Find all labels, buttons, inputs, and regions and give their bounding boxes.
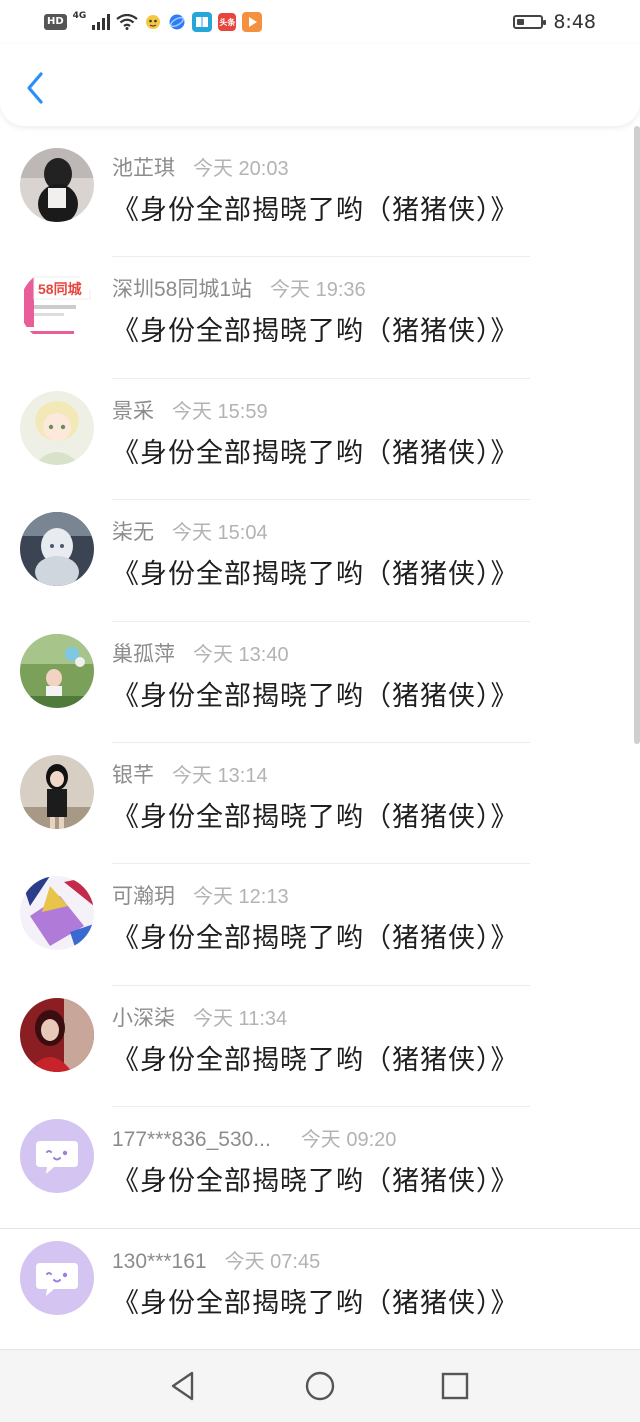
wifi-icon bbox=[116, 14, 139, 30]
message-row[interactable]: 可瀚玥 今天 12:13 《身份全部揭晓了哟（猪猪侠）》 bbox=[0, 864, 640, 986]
scrollbar[interactable] bbox=[632, 126, 640, 1352]
sender-name: 池芷琪 bbox=[112, 157, 175, 180]
sender-name: 130***161 bbox=[112, 1249, 207, 1273]
sender-name: 177***836_530... bbox=[112, 1128, 271, 1152]
message-time: 今天 07:45 bbox=[224, 1250, 321, 1273]
circle-home-icon bbox=[305, 1371, 335, 1401]
hd-icon: HD bbox=[44, 14, 67, 30]
message-text: 《身份全部揭晓了哟（猪猪侠）》 bbox=[112, 801, 519, 833]
message-row[interactable]: 银芊 今天 13:14 《身份全部揭晓了哟（猪猪侠）》 bbox=[0, 743, 640, 865]
status-right: 8:48 bbox=[513, 10, 596, 34]
browser-icon bbox=[169, 14, 185, 30]
signal-icon bbox=[92, 14, 111, 30]
sender-name: 小深柒 bbox=[112, 1006, 175, 1030]
triangle-back-icon bbox=[171, 1371, 194, 1401]
message-list: 池芷琪 今天 20:03 《身份全部揭晓了哟（猪猪侠）》 58同城 深圳58同城… bbox=[0, 136, 640, 1350]
message-text: 《身份全部揭晓了哟（猪猪侠）》 bbox=[112, 195, 519, 226]
sender-name: 深圳58同城1站 bbox=[112, 278, 253, 302]
message-time: 今天 12:13 bbox=[193, 886, 289, 909]
scrollbar-thumb[interactable] bbox=[634, 126, 640, 744]
app-header bbox=[0, 44, 640, 126]
square-recents-icon bbox=[441, 1372, 469, 1400]
avatar[interactable] bbox=[20, 633, 94, 708]
message-text: 《身份全部揭晓了哟（猪猪侠）》 bbox=[112, 1166, 519, 1198]
avatar[interactable] bbox=[20, 512, 94, 587]
message-row[interactable]: 130***161 今天 07:45 《身份全部揭晓了哟（猪猪侠）》 bbox=[0, 1229, 640, 1350]
sender-name: 景采 bbox=[112, 399, 154, 423]
message-time: 今天 09:20 bbox=[300, 1129, 397, 1152]
system-nav-bar bbox=[0, 1350, 640, 1422]
play-icon bbox=[242, 12, 263, 32]
message-row[interactable]: 景采 今天 15:59 《身份全部揭晓了哟（猪猪侠）》 bbox=[0, 379, 640, 501]
reader-icon bbox=[192, 12, 213, 32]
chat-bubble-icon bbox=[20, 1119, 94, 1194]
clock: 8:48 bbox=[553, 11, 596, 33]
sender-name: 柒无 bbox=[112, 521, 154, 545]
battery-icon bbox=[513, 15, 547, 29]
nav-recents-button[interactable] bbox=[433, 1364, 477, 1408]
message-row[interactable]: 小深柒 今天 11:34 《身份全部揭晓了哟（猪猪侠）》 bbox=[0, 986, 640, 1108]
message-text: 《身份全部揭晓了哟（猪猪侠）》 bbox=[112, 680, 519, 712]
avatar[interactable] bbox=[20, 390, 94, 465]
avatar[interactable] bbox=[20, 148, 94, 222]
nav-home-button[interactable] bbox=[298, 1364, 342, 1408]
message-text: 《身份全部揭晓了哟（猪猪侠）》 bbox=[112, 923, 519, 955]
message-time: 今天 13:14 bbox=[172, 764, 268, 787]
message-time: 今天 19:36 bbox=[270, 279, 366, 302]
toutiao-icon: 头条 bbox=[218, 13, 237, 31]
message-text: 《身份全部揭晓了哟（猪猪侠）》 bbox=[112, 1287, 519, 1319]
message-row[interactable]: 巢孤萍 今天 13:40 《身份全部揭晓了哟（猪猪侠）》 bbox=[0, 622, 640, 743]
sender-name: 可瀚玥 bbox=[112, 885, 175, 909]
message-time: 今天 11:34 bbox=[193, 1007, 288, 1030]
status-left: HD 4G 头条 bbox=[44, 10, 263, 34]
screen: HD 4G 头条 8:48 池芷琪 今天 20:03 《身份全部揭晓了哟（猪猪侠… bbox=[0, 0, 640, 1422]
message-row[interactable]: 58同城 深圳58同城1站 今天 19:36 《身份全部揭晓了哟（猪猪侠）》 bbox=[0, 257, 640, 379]
message-row[interactable]: 柒无 今天 15:04 《身份全部揭晓了哟（猪猪侠）》 bbox=[0, 500, 640, 622]
qq-pet-icon bbox=[146, 15, 161, 29]
message-row[interactable]: 池芷琪 今天 20:03 《身份全部揭晓了哟（猪猪侠）》 bbox=[0, 136, 640, 258]
message-text: 《身份全部揭晓了哟（猪猪侠）》 bbox=[112, 559, 519, 591]
message-time: 今天 15:59 bbox=[172, 400, 268, 423]
avatar[interactable] bbox=[20, 1119, 94, 1194]
back-button[interactable] bbox=[18, 68, 52, 108]
message-text: 《身份全部揭晓了哟（猪猪侠）》 bbox=[112, 437, 519, 469]
message-text: 《身份全部揭晓了哟（猪猪侠）》 bbox=[112, 1044, 519, 1076]
avatar[interactable]: 58同城 bbox=[20, 269, 94, 344]
message-time: 今天 13:40 bbox=[193, 643, 289, 666]
nav-back-button[interactable] bbox=[161, 1364, 205, 1408]
message-time: 今天 15:04 bbox=[172, 522, 268, 545]
status-bar: HD 4G 头条 8:48 bbox=[0, 0, 640, 44]
avatar[interactable] bbox=[20, 754, 94, 829]
chevron-left-icon bbox=[27, 72, 43, 104]
sender-name: 银芊 bbox=[112, 763, 154, 787]
battery-level bbox=[517, 19, 525, 25]
message-text: 《身份全部揭晓了哟（猪猪侠）》 bbox=[112, 316, 519, 348]
network-type: 4G bbox=[72, 11, 87, 21]
avatar[interactable] bbox=[20, 1240, 94, 1315]
sender-name: 巢孤萍 bbox=[112, 642, 175, 666]
chat-bubble-icon bbox=[20, 1240, 94, 1315]
58-logo-text: 58同城 bbox=[38, 281, 82, 297]
avatar[interactable] bbox=[20, 876, 94, 951]
avatar[interactable] bbox=[20, 997, 94, 1072]
message-time: 今天 20:03 bbox=[193, 158, 289, 180]
message-row[interactable]: 177***836_530... 今天 09:20 《身份全部揭晓了哟（猪猪侠）… bbox=[0, 1107, 640, 1229]
